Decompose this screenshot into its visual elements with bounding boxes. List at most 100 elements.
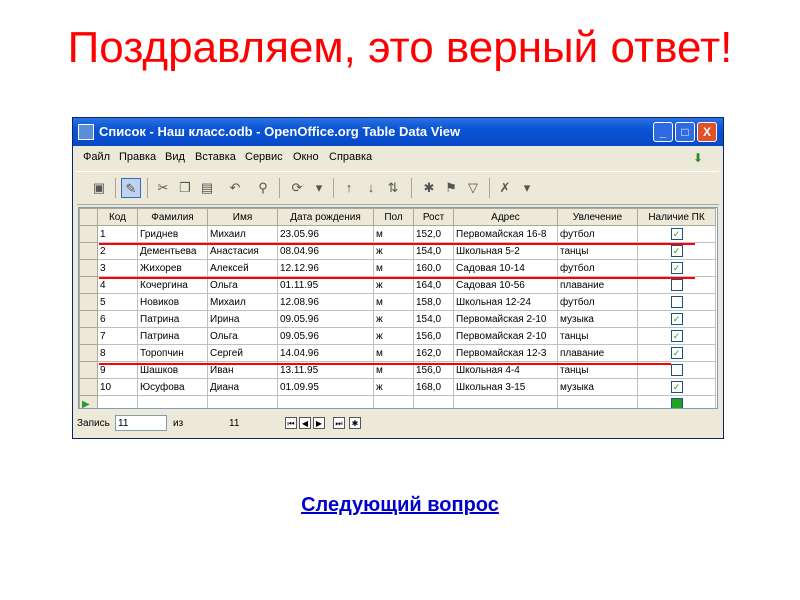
table-cell-height[interactable]: 154,0 <box>413 310 454 328</box>
table-row[interactable]: 5 Новиков Михаил 12.08.96 м 158,0 Школьная 12-… <box>79 293 716 311</box>
table-cell-first[interactable]: Ирина <box>207 310 278 328</box>
table-cell-hobby[interactable]: музыка <box>557 378 638 396</box>
empty-cell[interactable] <box>373 395 414 408</box>
edit-icon[interactable]: ✎ <box>121 178 141 198</box>
checked-checkbox[interactable]: ✓ <box>670 330 683 342</box>
table-cell-address[interactable]: Первомайская 2-10 <box>453 327 558 345</box>
unchecked-checkbox[interactable] <box>670 279 683 291</box>
table-cell-code[interactable]: 1 <box>97 225 138 243</box>
table-cell-pc[interactable]: ✓ <box>637 259 716 277</box>
row-selector[interactable] <box>79 310 98 328</box>
table-cell-address[interactable]: Школьная 3-15 <box>453 378 558 396</box>
table-cell-code[interactable]: 4 <box>97 276 138 294</box>
empty-cell[interactable] <box>207 395 278 408</box>
checked-checkbox[interactable]: ✓ <box>670 262 683 274</box>
column-header[interactable]: Фамилия <box>137 208 208 226</box>
toolbar-options-icon[interactable]: ▾ <box>517 178 537 198</box>
menu-insert[interactable]: Вставка <box>195 151 236 163</box>
new-row-selector[interactable]: ▶ <box>79 395 98 408</box>
table-cell-first[interactable]: Михаил <box>207 225 278 243</box>
table-cell-height[interactable]: 156,0 <box>413 327 454 345</box>
table-cell-height[interactable]: 164,0 <box>413 276 454 294</box>
empty-cell[interactable] <box>277 395 374 408</box>
row-selector[interactable] <box>79 259 98 277</box>
table-cell-last[interactable]: Новиков <box>137 293 208 311</box>
table-cell-hobby[interactable]: футбол <box>557 225 638 243</box>
table-cell-sex[interactable]: м <box>373 293 414 311</box>
table-row[interactable]: 7 Патрина Ольга 09.05.96 ж 156,0 Первомайская … <box>79 327 716 345</box>
column-header[interactable]: Дата рождения <box>277 208 374 226</box>
undo-icon[interactable]: ↶ <box>225 178 245 198</box>
cut-icon[interactable]: ✂ <box>153 178 173 198</box>
table-cell-sex[interactable]: ж <box>373 378 414 396</box>
row-selector[interactable] <box>79 327 98 345</box>
unchecked-checkbox[interactable] <box>670 364 683 376</box>
table-cell-address[interactable]: Садовая 10-56 <box>453 276 558 294</box>
sort-descending-icon[interactable]: ↓ <box>361 178 381 198</box>
column-header[interactable]: Код <box>97 208 138 226</box>
table-cell-sex[interactable]: ж <box>373 310 414 328</box>
table-cell-code[interactable]: 8 <box>97 344 138 362</box>
table-cell-code[interactable]: 5 <box>97 293 138 311</box>
table-cell-height[interactable]: 162,0 <box>413 344 454 362</box>
row-selector[interactable] <box>79 361 98 379</box>
table-cell-code[interactable]: 7 <box>97 327 138 345</box>
table-cell-last[interactable]: Патрина <box>137 327 208 345</box>
table-cell-pc[interactable]: ✓ <box>637 310 716 328</box>
table-cell-address[interactable]: Садовая 10-14 <box>453 259 558 277</box>
column-header[interactable]: Адрес <box>453 208 558 226</box>
menu-view[interactable]: Вид <box>165 151 185 163</box>
dropdown-arrow-icon[interactable]: ▾ <box>309 178 329 198</box>
first-record-button[interactable]: ⏮ <box>285 417 297 429</box>
table-cell-first[interactable]: Сергей <box>207 344 278 362</box>
table-cell-dob[interactable]: 14.04.96 <box>277 344 374 362</box>
minimize-button[interactable]: _ <box>653 122 673 142</box>
paste-icon[interactable]: ▤ <box>197 178 217 198</box>
table-row[interactable]: 1 Гриднев Михаил 23.05.96 м 152,0 Первомайская… <box>79 225 716 243</box>
table-cell-height[interactable]: 154,0 <box>413 242 454 260</box>
table-cell-last[interactable]: Торопчин <box>137 344 208 362</box>
table-cell-pc[interactable]: ✓ <box>637 327 716 345</box>
new-record-button[interactable]: ✱ <box>349 417 361 429</box>
checked-checkbox[interactable]: ✓ <box>670 347 683 359</box>
table-cell-dob[interactable]: 08.04.96 <box>277 242 374 260</box>
indeterminate-checkbox[interactable] <box>670 398 683 408</box>
table-cell-first[interactable]: Алексей <box>207 259 278 277</box>
table-cell-first[interactable]: Ольга <box>207 327 278 345</box>
table-cell-sex[interactable]: м <box>373 259 414 277</box>
table-cell-pc[interactable] <box>637 276 716 294</box>
table-cell-address[interactable]: Первомайская 2-10 <box>453 310 558 328</box>
table-cell-last[interactable]: Юсуфова <box>137 378 208 396</box>
table-cell-dob[interactable]: 12.08.96 <box>277 293 374 311</box>
table-cell-height[interactable]: 152,0 <box>413 225 454 243</box>
table-cell-sex[interactable]: ж <box>373 327 414 345</box>
column-header[interactable]: Рост <box>413 208 454 226</box>
table-cell-address[interactable]: Первомайская 16-8 <box>453 225 558 243</box>
table-cell-first[interactable]: Анастасия <box>207 242 278 260</box>
sort-ascending-icon[interactable]: ↑ <box>339 178 359 198</box>
table-cell-dob[interactable]: 01.11.95 <box>277 276 374 294</box>
table-cell-hobby[interactable]: футбол <box>557 293 638 311</box>
next-record-button[interactable]: ▶ <box>313 417 325 429</box>
table-cell-dob[interactable]: 09.05.96 <box>277 310 374 328</box>
new-record-row[interactable]: ▶ <box>79 395 716 408</box>
menu-window[interactable]: Окно <box>293 151 319 163</box>
row-selector[interactable] <box>79 293 98 311</box>
row-selector[interactable] <box>79 225 98 243</box>
table-cell-sex[interactable]: м <box>373 225 414 243</box>
checked-checkbox[interactable]: ✓ <box>670 228 683 240</box>
table-cell-pc[interactable]: ✓ <box>637 344 716 362</box>
table-cell-sex[interactable]: ж <box>373 276 414 294</box>
table-cell-first[interactable]: Михаил <box>207 293 278 311</box>
table-row[interactable]: 6 Патрина Ирина 09.05.96 ж 154,0 Первомайская … <box>79 310 716 328</box>
menu-file[interactable]: Файл <box>83 151 110 163</box>
table-cell-pc[interactable] <box>637 395 716 408</box>
table-row[interactable]: 10 Юсуфова Диана 01.09.95 ж 168,0 Школьная 3-1… <box>79 378 716 396</box>
empty-cell[interactable] <box>557 395 638 408</box>
record-number-input[interactable]: 11 <box>115 415 167 431</box>
table-cell-code[interactable]: 3 <box>97 259 138 277</box>
table-row[interactable]: 2 Дементьева Анастасия 08.04.96 ж 154,0 Школьн… <box>79 242 716 260</box>
row-selector[interactable] <box>79 242 98 260</box>
table-cell-address[interactable]: Школьная 12-24 <box>453 293 558 311</box>
row-selector[interactable] <box>79 276 98 294</box>
